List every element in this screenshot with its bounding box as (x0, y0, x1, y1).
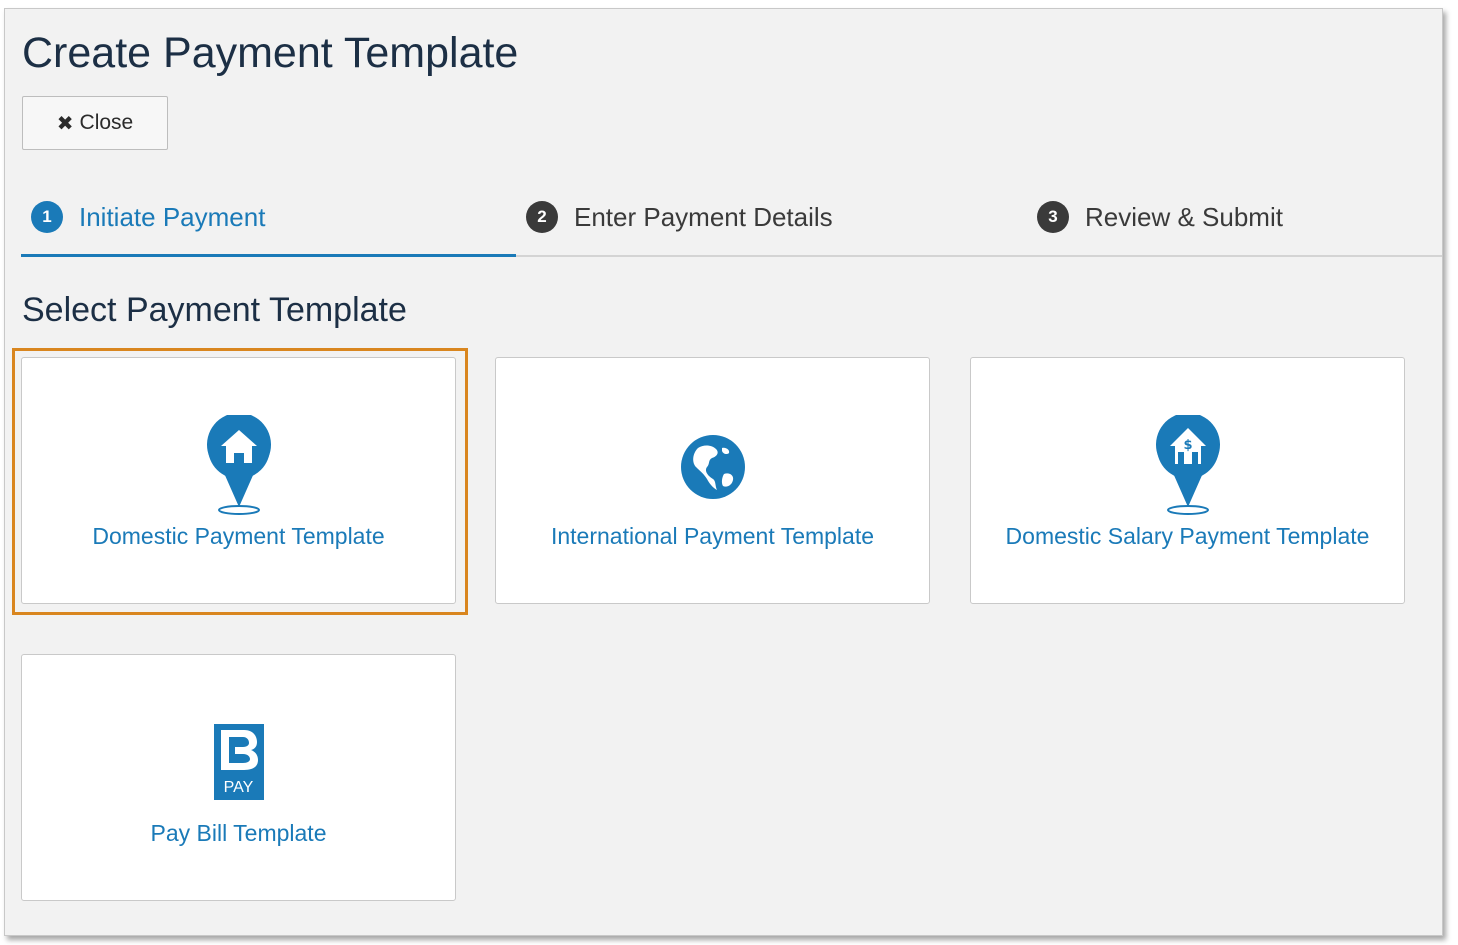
step-number-badge: 1 (31, 201, 63, 233)
house-pin-icon (22, 415, 455, 515)
pay-bill-template-card[interactable]: PAY Pay Bill Template (21, 654, 456, 901)
template-label: Domestic Salary Payment Template (1005, 523, 1370, 549)
close-button-label: Close (79, 111, 134, 134)
domestic-payment-template-card[interactable]: Domestic Payment Template (21, 357, 456, 604)
salary-house-pin-icon: $ (971, 415, 1404, 515)
step-label: Review & Submit (1085, 201, 1283, 232)
bpay-icon: PAY (22, 724, 455, 800)
active-step-indicator (21, 254, 516, 257)
step-label: Initiate Payment (79, 201, 266, 232)
create-payment-template-panel: Create Payment Template ✖ Close 1 Initia… (4, 8, 1443, 936)
template-label: International Payment Template (550, 523, 875, 549)
close-button[interactable]: ✖ Close (22, 96, 168, 150)
step-enter-payment-details[interactable]: 2 Enter Payment Details (526, 179, 833, 255)
step-number-badge: 2 (526, 201, 558, 233)
step-tabs: 1 Initiate Payment 2 Enter Payment Detai… (21, 179, 1442, 257)
template-label: Pay Bill Template (150, 820, 327, 846)
globe-icon (496, 434, 929, 500)
step-review-submit[interactable]: 3 Review & Submit (1037, 179, 1283, 255)
step-initiate-payment[interactable]: 1 Initiate Payment (31, 179, 265, 255)
close-icon: ✖ (56, 112, 74, 135)
template-label: Domestic Payment Template (92, 523, 385, 549)
step-label: Enter Payment Details (574, 201, 833, 232)
step-number-badge: 3 (1037, 201, 1069, 233)
international-payment-template-card[interactable]: International Payment Template (495, 357, 930, 604)
svg-text:$: $ (1183, 438, 1192, 453)
page-title: Create Payment Template (22, 29, 519, 77)
domestic-salary-payment-template-card[interactable]: $ Domestic Salary Payment Template (970, 357, 1405, 604)
section-title: Select Payment Template (22, 291, 407, 329)
bpay-icon-text: PAY (223, 779, 254, 796)
